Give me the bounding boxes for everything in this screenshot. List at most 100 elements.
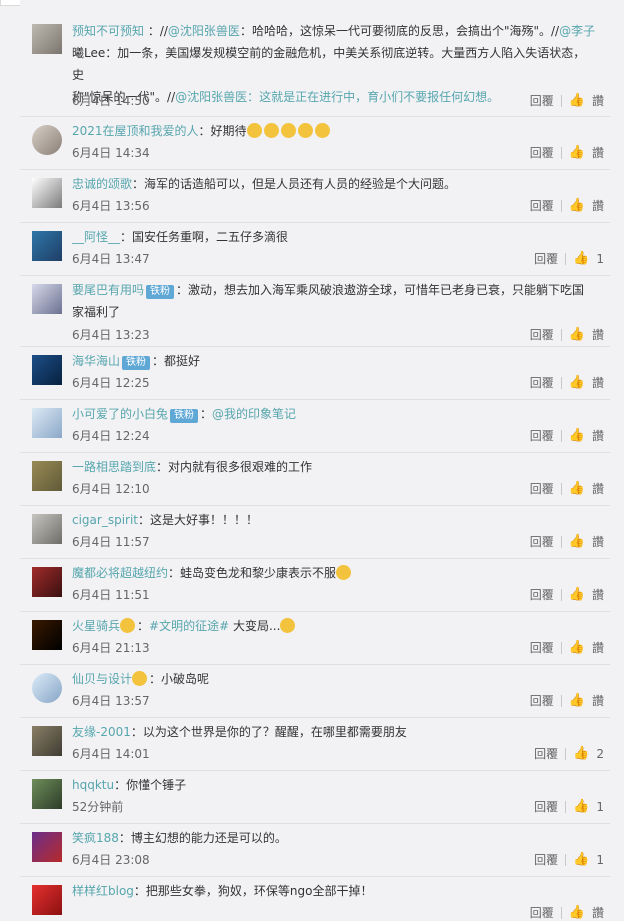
avatar[interactable] bbox=[32, 461, 62, 491]
comment-item: 友缘-2001：以为这个世界是你的了？醒醒，在哪里都需要朋友 6月4日 14:0… bbox=[20, 717, 610, 771]
reply-button[interactable]: 回覆 bbox=[530, 144, 554, 161]
thumb-up-icon[interactable]: 👍 bbox=[569, 199, 585, 212]
reply-button[interactable]: 回覆 bbox=[530, 427, 554, 444]
comment-item: 要尾巴有用吗 铁粉 ：激动，想去加入海军乘风破浪遨游全球，可惜年已老身已衰，只能躺下… bbox=[20, 275, 610, 347]
avatar[interactable] bbox=[32, 620, 62, 650]
avatar[interactable] bbox=[32, 726, 62, 756]
comment-item: 仙贝与设计 ：小破岛呢 6月4日 13:57 回覆 👍 讚 bbox=[20, 664, 610, 718]
reply-button[interactable]: 回覆 bbox=[530, 586, 554, 603]
comment-user-name[interactable]: 预知不可预知 bbox=[72, 24, 144, 38]
reply-button[interactable]: 回覆 bbox=[530, 197, 554, 214]
comment-time: 6月4日 12:24 bbox=[72, 429, 150, 443]
comment-time: 52分钟前 bbox=[72, 800, 124, 814]
reply-button[interactable]: 回覆 bbox=[530, 533, 554, 550]
comment-user-name[interactable]: 火星骑兵 bbox=[72, 619, 120, 633]
comment-user-name[interactable]: 小可爱了的小白兔 bbox=[72, 407, 168, 421]
comment-user-name[interactable]: __阿怪__ bbox=[72, 230, 120, 244]
avatar[interactable] bbox=[32, 832, 62, 862]
avatar[interactable] bbox=[32, 284, 62, 314]
divider bbox=[565, 747, 567, 760]
thumb-up-icon[interactable]: 👍 bbox=[569, 906, 585, 919]
like-count: 1 bbox=[596, 251, 604, 266]
divider bbox=[560, 641, 562, 654]
thumb-up-icon[interactable]: 👍 bbox=[569, 641, 585, 654]
thumb-up-icon[interactable]: 👍 bbox=[569, 146, 585, 159]
thumb-up-icon[interactable]: 👍 bbox=[569, 94, 585, 107]
emoji-icon bbox=[280, 123, 296, 138]
comment-user-name[interactable]: 2021在屋顶和我爱的人 bbox=[72, 124, 199, 138]
thumb-up-icon[interactable]: 👍 bbox=[569, 482, 585, 495]
avatar[interactable] bbox=[32, 567, 62, 597]
avatar[interactable] bbox=[32, 673, 62, 703]
like-count: 讚 bbox=[591, 94, 604, 108]
comment-user-name[interactable]: 仙贝与设计 bbox=[72, 672, 132, 686]
mention-link[interactable]: @我的印象笔记 bbox=[212, 407, 296, 421]
reply-button[interactable]: 回覆 bbox=[530, 692, 554, 709]
thumb-up-icon[interactable]: 👍 bbox=[569, 429, 585, 442]
comment-user-name[interactable]: hqqktu bbox=[72, 778, 114, 792]
reply-button[interactable]: 回覆 bbox=[530, 374, 554, 391]
avatar[interactable] bbox=[32, 514, 62, 544]
reply-button[interactable]: 回覆 bbox=[530, 480, 554, 497]
thumb-up-icon[interactable]: 👍 bbox=[569, 588, 585, 601]
reply-button[interactable]: 回覆 bbox=[534, 745, 558, 762]
comment-time: 6月4日 13:23 bbox=[72, 328, 150, 342]
avatar[interactable] bbox=[32, 125, 62, 155]
thumb-up-icon[interactable]: 👍 bbox=[573, 853, 589, 866]
reply-button[interactable]: 回覆 bbox=[530, 904, 554, 921]
reply-button[interactable]: 回覆 bbox=[534, 851, 558, 868]
mention-link[interactable]: @沈阳张兽医：这就是正在进行中，育小们不要报任何幻想。 bbox=[175, 90, 499, 104]
comment-user-name[interactable]: 一路相思踏到底 bbox=[72, 460, 156, 474]
avatar[interactable] bbox=[32, 885, 62, 915]
thumb-up-icon[interactable]: 👍 bbox=[569, 535, 585, 548]
divider bbox=[560, 146, 562, 159]
avatar[interactable] bbox=[32, 355, 62, 385]
like-count: 讚 bbox=[591, 906, 604, 920]
divider bbox=[560, 535, 562, 548]
divider bbox=[560, 199, 562, 212]
divider bbox=[565, 800, 567, 813]
comment-text: cigar_spirit：这是大好事！！！！ bbox=[72, 513, 259, 527]
emoji-icon bbox=[132, 671, 148, 686]
thumb-up-icon[interactable]: 👍 bbox=[569, 328, 585, 341]
comment-user-name[interactable]: 魔都必将超越纽约 bbox=[72, 566, 168, 580]
topic-link[interactable]: #文明的征途# bbox=[149, 619, 229, 633]
emoji-icon bbox=[336, 565, 352, 580]
avatar[interactable] bbox=[32, 178, 62, 208]
emoji-icon bbox=[120, 618, 136, 633]
divider bbox=[560, 694, 562, 707]
comment-time: 6月4日 14:01 bbox=[72, 747, 150, 761]
thumb-up-icon[interactable]: 👍 bbox=[569, 694, 585, 707]
reply-button[interactable]: 回覆 bbox=[530, 326, 554, 343]
comment-user-name[interactable]: 忠诚的颂歌 bbox=[72, 177, 132, 191]
comment-time: 6月4日 14:50 bbox=[72, 94, 150, 108]
reply-button[interactable]: 回覆 bbox=[534, 250, 558, 267]
divider bbox=[565, 252, 567, 265]
comment-user-name[interactable]: 笑疯188 bbox=[72, 831, 119, 845]
avatar[interactable] bbox=[32, 24, 62, 54]
comment-user-name[interactable]: 样样红blog bbox=[72, 884, 134, 898]
comment-user-name[interactable]: 友缘-2001 bbox=[72, 725, 131, 739]
reply-button[interactable]: 回覆 bbox=[534, 798, 558, 815]
avatar[interactable] bbox=[32, 779, 62, 809]
reply-button[interactable]: 回覆 bbox=[530, 639, 554, 656]
divider bbox=[560, 376, 562, 389]
fan-badge: 铁粉 bbox=[122, 356, 151, 370]
comment-item: 样样红blog：把那些女拳，狗奴，环保等ngo全部干掉！ 回覆 👍 讚 bbox=[20, 876, 610, 920]
comment-user-name[interactable]: cigar_spirit bbox=[72, 513, 138, 527]
comment-user-name[interactable]: 海华海山 bbox=[72, 354, 120, 368]
avatar[interactable] bbox=[32, 231, 62, 261]
thumb-up-icon[interactable]: 👍 bbox=[573, 800, 589, 813]
avatar[interactable] bbox=[32, 408, 62, 438]
thumb-up-icon[interactable]: 👍 bbox=[569, 376, 585, 389]
divider bbox=[565, 853, 567, 866]
thumb-up-icon[interactable]: 👍 bbox=[573, 747, 589, 760]
mention-link[interactable]: @李子 bbox=[559, 24, 595, 38]
comment-user-name[interactable]: 要尾巴有用吗 bbox=[72, 283, 144, 297]
divider bbox=[560, 482, 562, 495]
reply-button[interactable]: 回覆 bbox=[530, 92, 554, 109]
comment-text: 一路相思踏到底：对内就有很多很艰难的工作 bbox=[72, 460, 313, 474]
mention-link[interactable]: @沈阳张兽医 bbox=[168, 24, 240, 38]
emoji-icon bbox=[314, 123, 330, 138]
thumb-up-icon[interactable]: 👍 bbox=[573, 252, 589, 265]
